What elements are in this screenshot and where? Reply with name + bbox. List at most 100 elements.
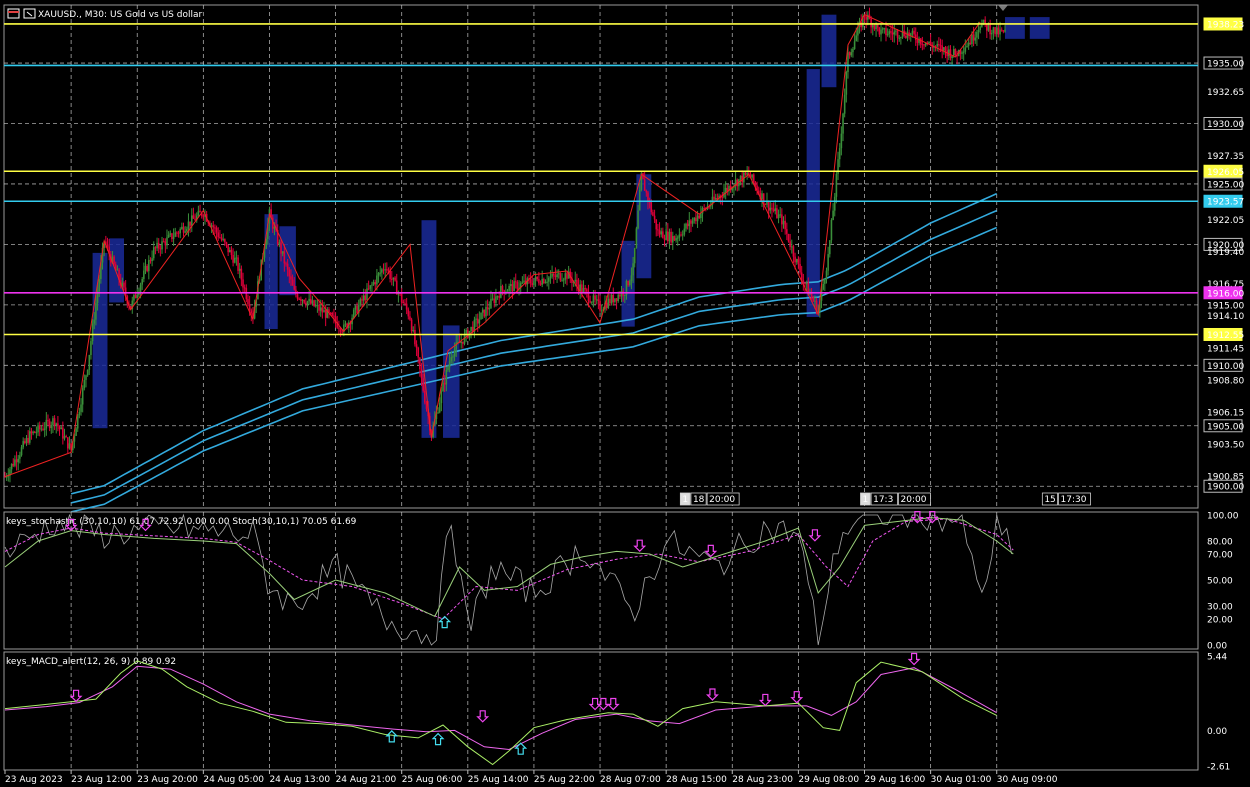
candle-body [409, 316, 411, 320]
candle-body [42, 428, 44, 430]
time-axis-label: 28 Aug 07:00 [600, 775, 661, 785]
candle-body [371, 284, 373, 286]
time-axis-label: 28 Aug 23:00 [732, 775, 793, 785]
candle-body [141, 278, 143, 285]
candle-body [321, 307, 324, 313]
candle-body [999, 29, 1001, 35]
candle-body [452, 356, 454, 358]
candle-body [58, 426, 61, 430]
candle-body [607, 298, 610, 308]
price-axis-label: 1905.00 [1207, 422, 1244, 432]
candle-body [47, 419, 49, 422]
candle-body [182, 226, 185, 233]
candle-body [331, 312, 334, 316]
candle-body [610, 294, 613, 304]
candle-body [883, 28, 886, 30]
chart-canvas[interactable]: XAUUSD., M30: US Gold vs US dollar 1938.… [0, 0, 1250, 787]
candle-body [982, 19, 985, 23]
candle-body [825, 270, 828, 280]
candle-body [233, 257, 236, 263]
candle-body [721, 196, 724, 198]
candle-body [845, 72, 848, 95]
macd-panel[interactable]: keys_MACD_alert(12, 26, 9) 0.89 0.92 5.4… [3, 651, 1230, 773]
candle-body [695, 217, 697, 222]
candle-body [171, 233, 173, 240]
candle-body [561, 280, 563, 282]
candle-body [17, 458, 20, 463]
candle-body [506, 290, 509, 292]
candle-body [86, 369, 89, 376]
candle-body [681, 234, 684, 236]
candle-body [470, 326, 472, 331]
candle-body [911, 30, 914, 34]
candle-body [779, 214, 782, 216]
candle-body [197, 210, 200, 216]
candle-body [88, 355, 91, 370]
candle-body [243, 287, 246, 289]
candle-body [827, 254, 829, 271]
candle-body [179, 229, 182, 234]
candle-body [873, 25, 876, 30]
time-tag-label: 1 [682, 495, 688, 505]
chart-list-icon[interactable] [7, 8, 20, 19]
candle-body [148, 260, 150, 272]
candle-body [305, 302, 307, 305]
candle-body [989, 24, 991, 35]
candle-body [776, 208, 778, 219]
stochastic-panel[interactable]: keys_stochastic (30,10,10) 61.07 72.92 0… [3, 511, 1239, 652]
candle-body [871, 25, 874, 28]
price-axis-label: 1922.05 [1207, 216, 1244, 226]
candle-body [154, 247, 157, 249]
candle-body [296, 294, 299, 299]
candle-body [309, 298, 312, 304]
price-panel[interactable]: 1938.23 1935.00 1932.65 1930.00 1927.35 1926.… [3, 4, 1244, 513]
candle-body [91, 323, 94, 342]
candle-body [680, 234, 682, 236]
candle-body [235, 257, 238, 259]
candle-body [151, 258, 153, 262]
candle-body [536, 276, 539, 280]
candle-body [969, 42, 972, 44]
candle-body [450, 357, 453, 361]
candle-body [595, 299, 598, 301]
candle-body [172, 236, 175, 240]
candle-body [354, 305, 357, 310]
candle-body [156, 242, 158, 249]
price-axis-label: 1927.35 [1207, 152, 1244, 162]
chart-description: US Gold vs US dollar [110, 10, 202, 20]
candle-body [905, 36, 907, 38]
candle-body [52, 418, 54, 425]
candle-body [612, 294, 615, 303]
candle-body [590, 302, 593, 304]
candle-body [164, 241, 167, 246]
candle-body [529, 279, 532, 284]
shift-marker-icon[interactable] [998, 5, 1008, 11]
chart-window[interactable]: XAUUSD., M30: US Gold vs US dollar 1938.… [0, 0, 1250, 787]
candle-body [53, 418, 56, 426]
candle-body [341, 331, 343, 333]
candle-body [630, 275, 633, 282]
candle-body [976, 31, 978, 38]
candle-body [822, 283, 824, 290]
candle-body [377, 273, 380, 276]
candle-body [488, 308, 491, 310]
candle-body [979, 27, 982, 31]
candle-body [85, 375, 87, 380]
candle-body [676, 237, 679, 239]
candle-body [152, 247, 155, 259]
candle-body [5, 476, 8, 478]
candle-body [890, 31, 892, 33]
candle-body [582, 287, 585, 293]
candle-body [424, 390, 426, 403]
candle-body [382, 269, 385, 271]
candle-body [615, 298, 618, 302]
candle-body [485, 307, 487, 317]
candle-body [746, 173, 748, 175]
time-tag-label: 15 [1044, 495, 1055, 505]
candle-body [971, 34, 973, 44]
candle-body [237, 257, 239, 271]
candle-body [652, 212, 654, 216]
candle-body [531, 283, 534, 286]
candle-body [948, 49, 950, 57]
sell-arrow-icon [606, 697, 620, 711]
